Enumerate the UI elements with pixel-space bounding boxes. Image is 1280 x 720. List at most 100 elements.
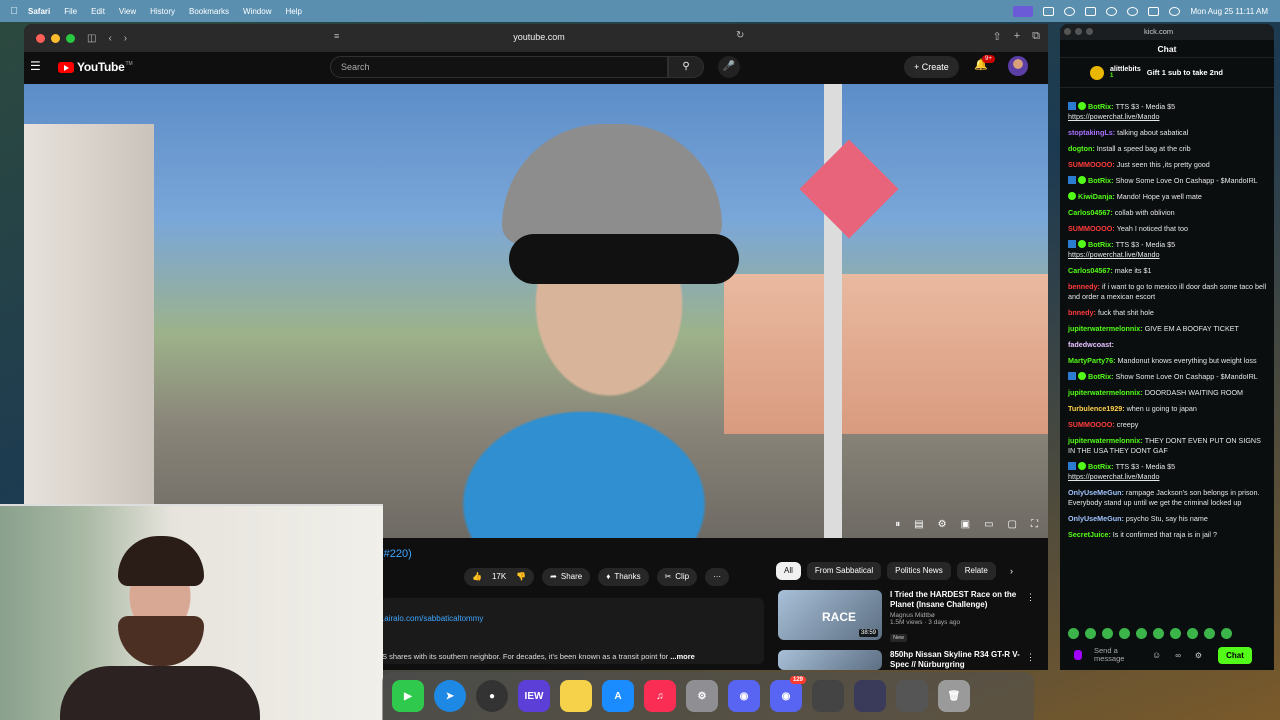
safari-icon[interactable]: ➤	[434, 680, 466, 712]
chat-message-input[interactable]: Send a message	[1094, 647, 1138, 663]
wifi-icon[interactable]	[1106, 6, 1118, 16]
voice-search-button[interactable]: 🎤	[718, 56, 740, 78]
description-more-link[interactable]: ...more	[668, 652, 695, 661]
battery-icon[interactable]	[1085, 6, 1097, 16]
music-icon[interactable]: ♫	[644, 680, 676, 712]
siri-icon[interactable]	[1169, 6, 1181, 16]
camera-icon[interactable]	[1064, 6, 1076, 16]
chat-username[interactable]: stoptakingLs:	[1068, 128, 1117, 137]
theater-mode-icon[interactable]: ▭	[984, 519, 993, 530]
chat-username[interactable]: SUMMOOOO:	[1068, 160, 1117, 169]
menu-history[interactable]: History	[150, 7, 175, 16]
chat-username[interactable]: BotRix:	[1088, 176, 1116, 185]
emoji-icon[interactable]: ☺	[1152, 650, 1161, 660]
chat-username[interactable]: Turbulence1929:	[1068, 404, 1127, 413]
recommended-video-channel[interactable]: Magnus Midtbø	[890, 612, 1020, 619]
share-button[interactable]: ➦ Share	[542, 568, 591, 586]
cast-icon[interactable]: ▢	[1008, 519, 1017, 530]
emote-icon[interactable]	[1085, 628, 1096, 639]
screen-record-icon[interactable]	[1013, 5, 1034, 17]
tab-overview-icon[interactable]: ⧉	[1032, 30, 1040, 43]
minimized-window-2[interactable]	[854, 680, 886, 712]
emote-icon[interactable]	[1170, 628, 1181, 639]
chat-link[interactable]: https://powerchat.live/Mando	[1068, 250, 1160, 259]
chat-username[interactable]: bennedy:	[1068, 282, 1102, 291]
search-button[interactable]: ⚲	[668, 56, 704, 78]
more-vert-icon[interactable]: ⋮	[1026, 652, 1035, 663]
menu-help[interactable]: Help	[285, 7, 301, 16]
kick-minimize-button[interactable]	[1075, 28, 1082, 35]
chat-username[interactable]: bnnedy:	[1068, 308, 1098, 317]
chat-link[interactable]: https://powerchat.live/Mando	[1068, 112, 1160, 121]
minimized-window-1[interactable]	[812, 680, 844, 712]
recommended-video-title[interactable]: 850hp Nissan Skyline R34 GT-R V-Spec // …	[890, 650, 1020, 670]
send-chat-button[interactable]: Chat	[1218, 646, 1252, 664]
video-thumbnail[interactable]: RACE 38:59	[778, 590, 882, 640]
thanks-button[interactable]: ♦ Thanks	[598, 568, 649, 586]
menu-window[interactable]: Window	[243, 7, 271, 16]
menu-hamburger-icon[interactable]: ☰	[30, 60, 42, 72]
chat-username[interactable]: OnlyUseMeGun:	[1068, 514, 1126, 523]
chip-from-sabbatical[interactable]: From Sabbatical	[806, 562, 882, 580]
chat-username[interactable]: jupiterwatermelonnix:	[1068, 436, 1145, 445]
chat-username[interactable]: jupiterwatermelonnix:	[1068, 388, 1145, 397]
account-avatar[interactable]	[1008, 56, 1028, 76]
chip-all[interactable]: All	[776, 562, 801, 580]
chat-username[interactable]: OnlyUseMeGun:	[1068, 488, 1126, 497]
chat-username[interactable]: MartyParty76:	[1068, 356, 1118, 365]
chat-username[interactable]: SUMMOOOO:	[1068, 224, 1117, 233]
chat-username[interactable]: BotRix:	[1088, 462, 1116, 471]
emote-icon[interactable]	[1119, 628, 1130, 639]
menu-view[interactable]: View	[119, 7, 136, 16]
chat-username[interactable]: BotRix:	[1088, 240, 1116, 249]
menubar-clock[interactable]: Mon Aug 25 11:11 AM	[1190, 7, 1268, 16]
like-dislike-button[interactable]: 👍 17K 👎	[464, 568, 535, 586]
create-button[interactable]: + Create	[904, 56, 959, 78]
recommended-video[interactable]: 850hp Nissan Skyline R34 GT-R V-Spec // …	[778, 650, 1035, 670]
zoom-window-button[interactable]	[66, 33, 75, 43]
clip-button[interactable]: ✂ Clip	[656, 568, 698, 586]
settings-gear-icon[interactable]: ⚙	[938, 519, 947, 530]
display-icon[interactable]	[1043, 6, 1055, 16]
kick-close-button[interactable]	[1064, 28, 1071, 35]
sidebar-toggle-icon[interactable]: ◫	[87, 33, 96, 44]
menu-safari[interactable]: Safari	[28, 7, 50, 16]
discord-alt-icon[interactable]: ◉ 129	[770, 676, 806, 712]
chat-link[interactable]: https://powerchat.live/Mando	[1068, 472, 1160, 481]
miniplayer-icon[interactable]: ▣	[961, 519, 970, 530]
chip-politics-news[interactable]: Politics News	[887, 562, 951, 580]
chat-settings-icon[interactable]: ⚙	[1195, 651, 1202, 660]
menu-file[interactable]: File	[64, 7, 77, 16]
new-tab-icon[interactable]: +	[1014, 30, 1020, 43]
trash-icon[interactable]: 🗑	[938, 680, 970, 712]
gift-sub-banner[interactable]: alittlebits 1 Gift 1 sub to take 2nd	[1060, 58, 1274, 88]
emote-icon[interactable]	[1221, 628, 1232, 639]
minimize-window-button[interactable]	[51, 33, 60, 43]
forward-arrow-icon[interactable]: ›	[124, 33, 127, 44]
more-actions-button[interactable]: ···	[705, 568, 730, 586]
app-store-icon[interactable]: A	[602, 680, 634, 712]
chat-username[interactable]: fadedwcoast:	[1068, 340, 1114, 349]
kick-url[interactable]: kick.com	[1144, 27, 1173, 36]
emote-icon[interactable]	[1153, 628, 1164, 639]
chat-username[interactable]: BotRix:	[1088, 372, 1116, 381]
recommended-video-title[interactable]: I Tried the HARDEST Race on the Planet (…	[890, 590, 1020, 610]
kick-zoom-button[interactable]	[1086, 28, 1093, 35]
chat-username[interactable]: Carlos04567:	[1068, 208, 1115, 217]
reload-icon[interactable]: ↻	[736, 30, 744, 41]
system-settings-icon[interactable]: ⚙	[686, 680, 718, 712]
more-vert-icon[interactable]: ⋮	[1026, 592, 1035, 603]
obs-icon[interactable]: ●	[476, 680, 508, 712]
episode-tag[interactable]: (#220)	[380, 548, 412, 560]
chat-username[interactable]: SecretJuice:	[1068, 530, 1113, 539]
menu-edit[interactable]: Edit	[91, 7, 105, 16]
chat-username[interactable]: jupiterwatermelonnix:	[1068, 324, 1145, 333]
captions-icon[interactable]: ▤	[914, 519, 923, 530]
notes-icon[interactable]	[560, 680, 592, 712]
emote-icon[interactable]	[1068, 628, 1079, 639]
thumbs-down-icon[interactable]: 👎	[516, 568, 526, 586]
address-bar[interactable]: youtube.com	[464, 32, 614, 42]
discord-icon[interactable]: ◉	[728, 680, 760, 712]
microphone-icon[interactable]	[1074, 650, 1082, 660]
chat-mode-icon[interactable]: ∞	[1175, 651, 1181, 660]
